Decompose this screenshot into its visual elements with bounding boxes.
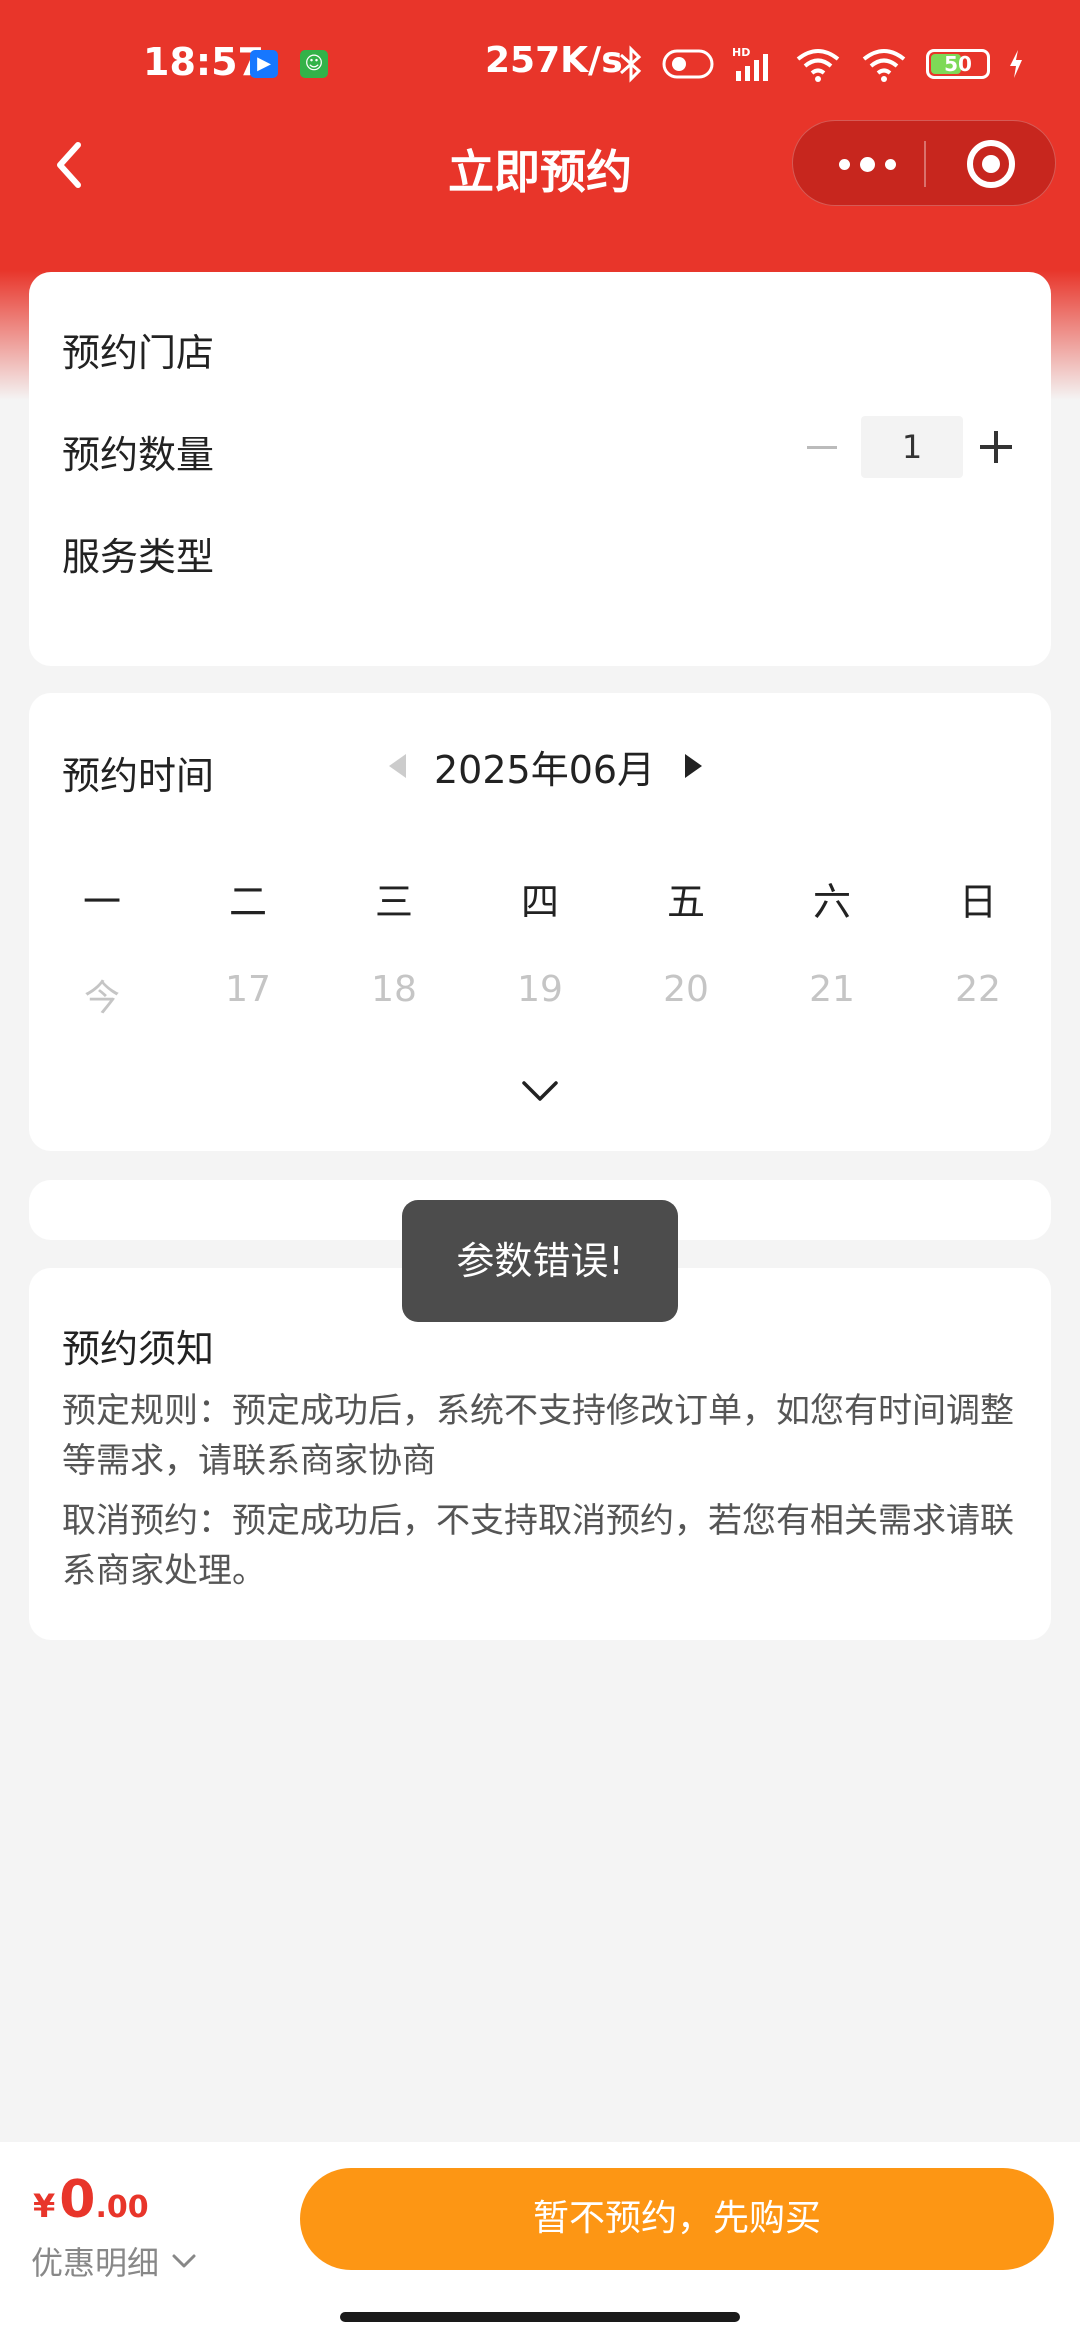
weekday-label: 一 — [82, 880, 121, 924]
weekday-label: 二 — [228, 880, 267, 924]
store-label[interactable]: 预约门店 — [62, 322, 214, 377]
error-toast: 参数错误! — [402, 1200, 678, 1322]
notice-rule: 预定规则：预定成功后，系统不支持修改订单，如您有时间调整等需求，请联系商家协商 — [62, 1391, 1014, 1481]
close-miniprogram-icon[interactable] — [967, 140, 1015, 188]
notice-title: 预约须知 — [62, 1327, 215, 1371]
weekday-header: 一 二 三 四 五 六 日 — [29, 871, 1051, 926]
bluetooth-icon — [620, 45, 642, 83]
discount-label: 优惠明细 — [31, 2244, 160, 2282]
currency-symbol: ¥ — [33, 2187, 56, 2225]
decrease-button[interactable] — [801, 416, 841, 478]
next-month-icon[interactable] — [685, 754, 703, 778]
chevron-down-icon — [172, 2254, 196, 2268]
app-notification-icon-2: ☺ — [300, 50, 328, 78]
weekday-label: 五 — [666, 880, 705, 924]
more-dots-icon[interactable] — [827, 121, 907, 207]
home-indicator[interactable] — [340, 2312, 740, 2322]
date-cell[interactable]: 20 — [613, 969, 759, 1021]
booking-info-card: 预约门店 预约数量 1 服务类型 — [29, 272, 1051, 666]
charging-icon — [1010, 50, 1022, 78]
miniprogram-capsule — [792, 120, 1056, 206]
price-integer: 0 — [59, 2170, 96, 2230]
weekday-label: 三 — [374, 880, 413, 924]
svg-text:HD: HD — [732, 46, 750, 59]
discount-detail-toggle[interactable]: 优惠明细 — [31, 2238, 197, 2284]
current-month: 2025年06月 — [434, 747, 656, 792]
date-cell[interactable]: 21 — [759, 969, 905, 1021]
booking-time-card: 预约时间 2025年06月 一 二 三 四 五 六 日 今 17 18 19 2… — [29, 693, 1051, 1151]
chevron-down-icon[interactable] — [520, 1077, 560, 1105]
wifi-icon — [796, 49, 840, 82]
weekday-label: 日 — [958, 880, 997, 924]
weekday-label: 六 — [812, 880, 851, 924]
month-navigator: 2025年06月 — [389, 741, 703, 792]
service-type-label[interactable]: 服务类型 — [62, 526, 214, 581]
prev-month-icon[interactable] — [389, 754, 406, 778]
increase-button[interactable] — [977, 416, 1017, 478]
status-bar: 18:57 ▶ ☺ 257K/s HD 50 — [0, 0, 1080, 130]
signal-hd-icon: HD — [732, 46, 768, 81]
date-row: 今 17 18 19 20 21 22 — [29, 969, 1051, 1021]
notice-card: 预约须知 预定规则：预定成功后，系统不支持修改订单，如您有时间调整等需求，请联系… — [29, 1268, 1051, 1640]
quantity-value[interactable]: 1 — [861, 416, 963, 478]
date-cell[interactable]: 22 — [905, 969, 1051, 1021]
booking-time-label: 预约时间 — [62, 754, 215, 798]
vibrate-toggle-icon — [662, 49, 714, 79]
date-cell[interactable]: 17 — [175, 969, 321, 1021]
wifi-icon-2 — [862, 49, 906, 82]
weekday-label: 四 — [520, 880, 559, 924]
app-notification-icon: ▶ — [250, 50, 278, 78]
quantity-stepper: 1 — [801, 416, 1017, 478]
date-cell[interactable]: 18 — [321, 969, 467, 1021]
date-cell[interactable]: 19 — [467, 969, 613, 1021]
network-speed: 257K/s — [485, 40, 623, 81]
date-cell[interactable]: 今 — [29, 969, 175, 1021]
notice-cancel: 取消预约：预定成功后，不支持取消预约，若您有相关需求请联系商家处理。 — [62, 1501, 1014, 1591]
capsule-divider — [924, 141, 926, 187]
price-decimal: .00 — [95, 2190, 149, 2225]
total-price: ¥ 0 .00 — [33, 2170, 149, 2230]
battery-level: 50 — [944, 52, 972, 76]
quantity-label: 预约数量 — [62, 433, 215, 477]
status-icons: HD 50 — [618, 44, 1024, 84]
bottom-bar: ¥ 0 .00 优惠明细 暂不预约，先购买 — [0, 2142, 1080, 2340]
buy-without-booking-button[interactable]: 暂不预约，先购买 — [300, 2168, 1054, 2270]
status-time: 18:57 — [143, 40, 264, 84]
battery-icon: 50 — [926, 49, 990, 79]
